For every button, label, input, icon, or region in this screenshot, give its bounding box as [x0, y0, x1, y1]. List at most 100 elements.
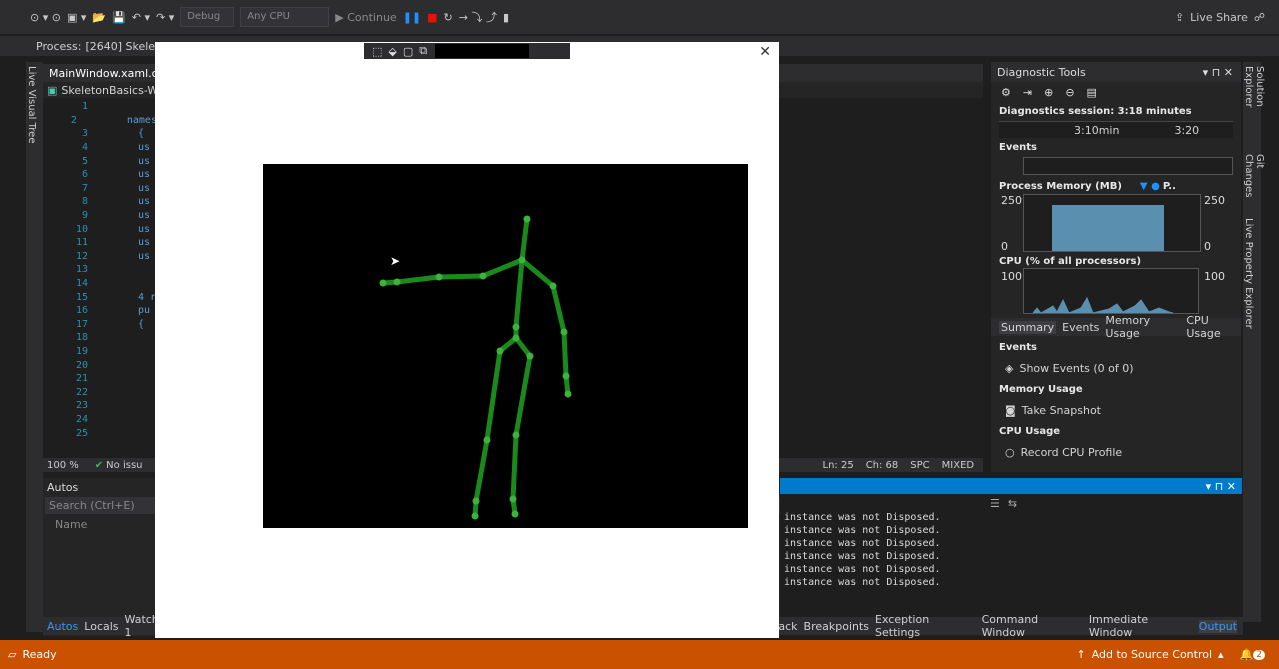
record-cpu-link[interactable]: ○ Record CPU Profile	[1005, 446, 1122, 459]
code-line[interactable]: 25	[43, 426, 163, 440]
code-line[interactable]: 23	[43, 399, 163, 413]
tab-summary[interactable]: Summary	[999, 320, 1057, 334]
code-line[interactable]: 5 us	[43, 154, 163, 168]
adorner-icon[interactable]: ▢	[403, 45, 413, 58]
live-visual-tree-tab[interactable]: Live Visual Tree	[26, 66, 37, 143]
restart-icon[interactable]: ↻	[444, 11, 453, 24]
zoom-select[interactable]: 100 %	[47, 460, 79, 471]
bookmark-icon[interactable]: ▮	[503, 11, 509, 24]
tab-memory-usage[interactable]: Memory Usage	[1105, 314, 1180, 340]
select-element-icon[interactable]: ⬚	[372, 45, 382, 58]
live-share-icon[interactable]: ⇪	[1175, 11, 1184, 24]
code-line[interactable]: 3{	[43, 127, 163, 141]
open-icon[interactable]: 📂	[92, 11, 106, 24]
line-number-label: 23	[75, 400, 88, 412]
git-changes-tab[interactable]: Git Changes	[1243, 154, 1265, 210]
code-line[interactable]: 22	[43, 385, 163, 399]
toolbar-input[interactable]	[435, 44, 530, 58]
code-line[interactable]: 1	[43, 100, 163, 114]
continue-button[interactable]: ▶ Continue	[335, 11, 396, 24]
platform-select[interactable]: Any CPU	[240, 7, 330, 27]
tab-exception-settings[interactable]: Exception Settings	[875, 613, 976, 639]
zoom-in-icon[interactable]: ⊕	[1044, 86, 1053, 99]
tab-breakpoints[interactable]: Breakpoints	[804, 620, 870, 633]
tab-events[interactable]: Events	[1062, 321, 1099, 334]
code-line[interactable]: 12 us	[43, 250, 163, 264]
tab-cpu-usage[interactable]: CPU Usage	[1186, 314, 1241, 340]
live-share-button[interactable]: Live Share	[1190, 11, 1248, 24]
code-line[interactable]: 2 namesp	[43, 114, 163, 128]
undo-icon[interactable]: ↶ ▾	[132, 11, 150, 24]
nav-back-icon[interactable]: ⊙ ▾ ⊙	[30, 11, 61, 24]
code-line[interactable]: 19	[43, 345, 163, 359]
diag-export-icon[interactable]: ⇥	[1023, 86, 1032, 99]
config-select[interactable]: Debug	[180, 7, 235, 27]
code-line[interactable]: 7 us	[43, 182, 163, 196]
output-wrap-icon[interactable]: ⇆	[1008, 497, 1017, 510]
track-focus-icon[interactable]: ⧉	[419, 44, 427, 58]
code-line[interactable]: 13	[43, 263, 163, 277]
live-property-explorer-tab[interactable]: Live Property Explorer	[1243, 218, 1254, 329]
tab-mainwindow[interactable]: MainWindow.xaml.cs	[43, 67, 169, 80]
memory-min-right: 0	[1204, 240, 1211, 253]
code-line[interactable]: 15 4 r	[43, 290, 163, 304]
code-line[interactable]: 14	[43, 277, 163, 291]
step-icons[interactable]: → ⤵ ⤴	[459, 9, 497, 25]
output-clear-icon[interactable]: ☰	[990, 497, 1000, 510]
issues-text[interactable]: No issu	[106, 460, 142, 471]
code-line[interactable]: 16 pu	[43, 304, 163, 318]
output-title-bar: ▾ ⊓ ✕	[780, 478, 1242, 494]
diag-timeline[interactable]: 3:10min 3:20	[999, 121, 1233, 138]
app-close-icon[interactable]: ✕	[759, 44, 771, 60]
tab-callstack[interactable]: ack	[778, 620, 797, 633]
tab-immediate-window[interactable]: Immediate Window	[1089, 613, 1193, 639]
skeleton-joint	[472, 497, 480, 505]
skeleton-joint	[523, 215, 531, 223]
take-snapshot-text[interactable]: Take Snapshot	[1022, 404, 1101, 417]
record-cpu-text[interactable]: Record CPU Profile	[1021, 446, 1123, 459]
code-line[interactable]: 21	[43, 372, 163, 386]
take-snapshot-link[interactable]: ◙ Take Snapshot	[1005, 404, 1101, 417]
ready-icon: ▱	[8, 648, 17, 661]
code-line[interactable]: 8 us	[43, 195, 163, 209]
feedback-icon[interactable]: ☍	[1254, 11, 1265, 24]
diag-close-icon[interactable]: ▾ ⊓ ✕	[1203, 66, 1233, 79]
output-close-icon[interactable]: ▾ ⊓ ✕	[1206, 480, 1236, 493]
diag-settings-icon[interactable]: ⚙	[1001, 86, 1011, 99]
column-number: Ch: 68	[865, 459, 899, 471]
line-number-label: 19	[75, 345, 88, 357]
new-project-icon[interactable]: ▣ ▾	[67, 11, 86, 24]
zoom-out-icon[interactable]: ⊖	[1065, 86, 1074, 99]
redo-icon[interactable]: ↷ ▾	[156, 11, 174, 24]
tab-command-window[interactable]: Command Window	[982, 613, 1083, 639]
bell-icon[interactable]: 🔔	[1240, 648, 1254, 661]
save-icon[interactable]: 💾	[112, 11, 126, 24]
chevron-up-icon[interactable]: ▴	[1218, 648, 1224, 661]
code-line[interactable]: 18	[43, 331, 163, 345]
add-to-source-control[interactable]: Add to Source Control	[1092, 648, 1212, 661]
ready-text: Ready	[22, 648, 57, 661]
code-line[interactable]: 17 {	[43, 318, 163, 332]
memory-header[interactable]: Process Memory (MB)	[999, 181, 1122, 192]
code-line[interactable]: 10 us	[43, 222, 163, 236]
code-line[interactable]: 11 us	[43, 236, 163, 250]
reset-view-icon[interactable]: ▤	[1087, 86, 1097, 99]
tab-locals[interactable]: Locals	[84, 620, 118, 633]
notification-count: 2	[1253, 649, 1265, 660]
cpu-header[interactable]: CPU (% of all processors)	[999, 256, 1141, 267]
stop-icon[interactable]: ■	[427, 11, 437, 24]
code-line[interactable]: 9 us	[43, 209, 163, 223]
pause-icon[interactable]: ❚❚	[403, 11, 421, 24]
code-text: us	[138, 237, 151, 249]
code-line[interactable]: 4 us	[43, 141, 163, 155]
inspect-icon[interactable]: ⬙	[388, 45, 396, 58]
code-line[interactable]: 20	[43, 358, 163, 372]
code-line[interactable]: 24	[43, 413, 163, 427]
events-header[interactable]: Events	[991, 138, 1241, 157]
show-events-link[interactable]: ◈ Show Events (0 of 0)	[1005, 362, 1134, 375]
show-events-text[interactable]: Show Events (0 of 0)	[1019, 362, 1133, 375]
solution-explorer-tab[interactable]: Solution Explorer	[1243, 66, 1265, 146]
tab-output[interactable]: Output	[1198, 619, 1238, 633]
code-line[interactable]: 6 us	[43, 168, 163, 182]
tab-autos[interactable]: Autos	[47, 620, 78, 633]
